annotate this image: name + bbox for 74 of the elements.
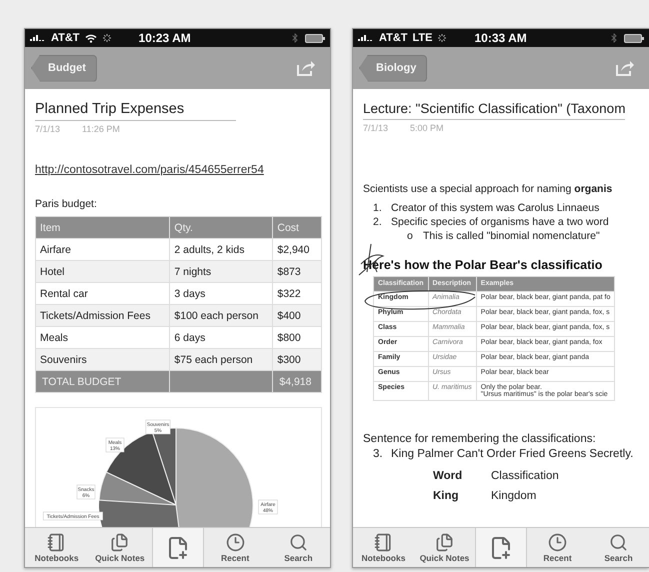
list-item: 3. King Palmer Can't Order Fried Greens Secretly. bbox=[372, 446, 634, 462]
new-page-tab[interactable] bbox=[475, 528, 527, 567]
table-cell: Rental car bbox=[36, 282, 170, 304]
battery-icon bbox=[624, 34, 644, 42]
table-cell: Tickets/Admission Fees bbox=[36, 304, 170, 326]
battery-icon bbox=[305, 34, 325, 42]
recent-tab[interactable]: Recent bbox=[204, 528, 267, 567]
note-date: 7/1/13 bbox=[35, 124, 60, 134]
table-cell: $75 each person bbox=[170, 348, 273, 370]
clock-icon bbox=[226, 532, 245, 552]
key-meaning: Kingdom bbox=[491, 490, 536, 502]
search-icon bbox=[609, 532, 628, 552]
total-cost: $4,918 bbox=[272, 370, 322, 392]
recent-tab[interactable]: Recent bbox=[527, 528, 588, 567]
table-cell: Airfare bbox=[36, 238, 170, 260]
wifi-icon bbox=[84, 34, 97, 42]
note-date: 7/1/13 bbox=[363, 123, 388, 133]
table-cell: 2 adults, 2 kids bbox=[170, 238, 273, 260]
clock-time: 10:23 AM bbox=[138, 31, 191, 45]
note-text: Scientists use a special approach for naming organis bbox=[363, 183, 614, 195]
signal-icon bbox=[358, 34, 374, 42]
note-title: Lecture: "Scientific Classification" (Taxonom bbox=[363, 101, 626, 120]
column-header: Cost bbox=[272, 216, 322, 238]
column-header: Item bbox=[36, 216, 170, 238]
table-cell: 3 days bbox=[170, 282, 273, 304]
spinner-icon bbox=[437, 33, 448, 43]
quick-notes-tab[interactable]: Quick Notes bbox=[88, 528, 152, 567]
table-cell: $800 bbox=[272, 326, 322, 348]
table-cell: $400 bbox=[272, 304, 322, 326]
network-type: LTE bbox=[412, 32, 432, 44]
list-item: o This is called "binomial nomenclature" bbox=[406, 229, 601, 244]
carrier-name: AT&T bbox=[379, 32, 408, 44]
note-time: 5:00 PM bbox=[410, 123, 444, 133]
note-text: Paris budget: bbox=[35, 198, 98, 210]
table-cell: Souvenirs bbox=[36, 348, 170, 370]
note-time: 11:26 PM bbox=[82, 124, 120, 134]
pages-icon bbox=[110, 532, 130, 552]
table-cell: $873 bbox=[272, 260, 322, 282]
search-tab[interactable]: Search bbox=[266, 528, 330, 567]
web-link[interactable]: http://contosotravel.com/paris/454655errer54 bbox=[35, 164, 322, 176]
table-cell: 6 days bbox=[170, 326, 273, 348]
note-title: Planned Trip Expenses bbox=[35, 101, 236, 121]
notebooks-tab[interactable]: Notebooks bbox=[353, 528, 414, 567]
new-page-icon bbox=[489, 536, 513, 560]
new-page-tab[interactable] bbox=[152, 528, 204, 567]
table-cell: $100 each person bbox=[170, 304, 273, 326]
key-meaning: Classification bbox=[491, 470, 559, 482]
table-cell: Meals bbox=[36, 326, 170, 348]
bluetooth-icon bbox=[290, 33, 300, 43]
table-cell: $322 bbox=[272, 282, 322, 304]
spinner-icon bbox=[102, 33, 112, 43]
search-tab[interactable]: Search bbox=[588, 528, 649, 567]
list-item: 1. Creator of this system was Carolus Linnaeus bbox=[372, 201, 600, 216]
key-word: Word bbox=[433, 470, 464, 482]
column-header: Qty. bbox=[170, 216, 273, 238]
total-label: TOTAL BUDGET bbox=[36, 370, 170, 392]
note-text: Sentence for remembering the classifications: bbox=[363, 432, 597, 445]
search-icon bbox=[288, 532, 308, 552]
bluetooth-icon bbox=[609, 33, 619, 43]
pages-icon bbox=[435, 532, 454, 552]
table-cell: $300 bbox=[272, 348, 322, 370]
table-cell: Hotel bbox=[36, 260, 170, 282]
list-item: 2. Specific species of organisms have a two word bbox=[372, 215, 610, 230]
key-word: King bbox=[433, 490, 460, 502]
signal-icon bbox=[30, 34, 46, 42]
carrier-name: AT&T bbox=[51, 32, 80, 44]
quick-notes-tab[interactable]: Quick Notes bbox=[414, 528, 475, 567]
clock-icon bbox=[548, 532, 567, 552]
table-cell: 7 nights bbox=[170, 260, 273, 282]
notebook-icon bbox=[47, 532, 66, 552]
clock-time: 10:33 AM bbox=[474, 31, 527, 45]
notebook-icon bbox=[374, 532, 393, 552]
table-cell: $2,940 bbox=[272, 238, 322, 260]
notebooks-tab[interactable]: Notebooks bbox=[25, 528, 88, 567]
